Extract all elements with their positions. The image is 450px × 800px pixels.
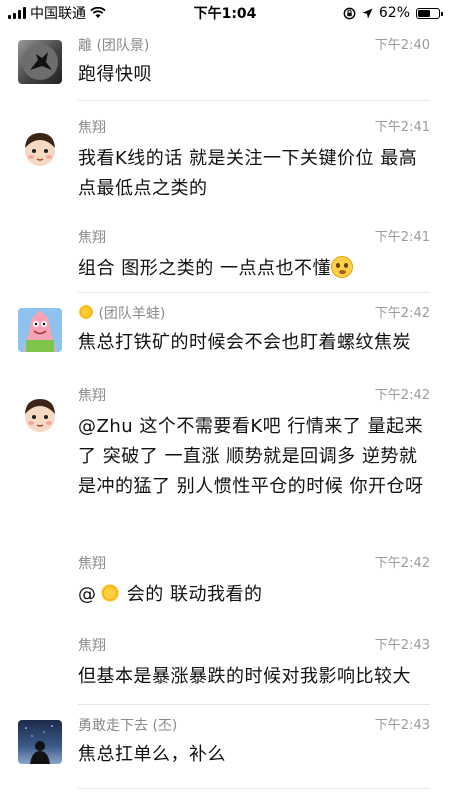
message-text: 我看K线的话 就是关注一下关键价位 最高点最低点之类的 [78, 148, 418, 199]
message-text: @Zhu 这个不需要看K吧 行情来了 量起来了 突破了 一直涨 顺势就是回调多 … [78, 416, 424, 497]
wifi-icon [90, 7, 106, 18]
cartoon-boy-avatar[interactable] [18, 392, 62, 436]
message-text: 组合 图形之类的 一点点也不懂 [78, 254, 430, 284]
message-text: 但基本是暴涨暴跌的时候对我影响比较大 [78, 666, 411, 687]
message-item[interactable]: 勇敢走下去 (丕) 下午2:43 焦总扛单么，补么 [0, 712, 450, 792]
patrick-avatar[interactable] [18, 308, 62, 352]
message-time: 下午2:42 [374, 556, 430, 571]
location-lock-icon [343, 7, 356, 19]
cartoon-boy-avatar[interactable] [18, 126, 62, 170]
message-text-content: 会的 联动我看的 [126, 584, 263, 605]
message-item[interactable]: 焦翔 下午2:42 @Zhu 这个不需要看K吧 行情来了 量起来了 突破了 一直… [0, 384, 450, 550]
battery-percent: 62% [378, 5, 410, 21]
status-left: 中国联通 [8, 3, 106, 23]
divider [78, 704, 430, 705]
status-right: 62% [343, 5, 443, 21]
message-text: @ 会的 联动我看的 [78, 580, 430, 610]
message-time: 下午2:42 [374, 388, 430, 403]
message-time: 下午2:42 [374, 306, 430, 321]
sender-name-text: (团队羊蛙) [98, 306, 166, 322]
chat-message-list[interactable]: 離 (团队景) 下午2:40 跑得快呗 焦翔 下午2:41 我看K线的话 就是关… [0, 26, 450, 800]
night-sky-avatar[interactable] [18, 720, 62, 764]
divider [78, 292, 430, 293]
battery-icon [416, 7, 443, 19]
message-text: 焦总扛单么，补么 [78, 744, 226, 765]
message-item[interactable]: 離 (团队景) 下午2:40 跑得快呗 [0, 32, 450, 106]
message-item[interactable]: 焦翔 下午2:41 组合 图形之类的 一点点也不懂 [0, 220, 450, 292]
message-time: 下午2:43 [374, 638, 430, 653]
message-time: 下午2:40 [374, 38, 430, 53]
sun-icon [78, 304, 94, 320]
divider [78, 100, 430, 101]
mention-prefix: @ [78, 584, 97, 605]
location-arrow-icon [362, 8, 373, 18]
sun-icon [98, 582, 121, 604]
message-text: 焦总打铁矿的时候会不会也盯着螺纹焦炭 [78, 332, 411, 353]
message-text-content: 组合 图形之类的 一点点也不懂 [78, 258, 331, 279]
message-item[interactable]: (团队羊蛙) 下午2:42 焦总打铁矿的时候会不会也盯着螺纹焦炭 [0, 302, 450, 372]
signal-icon [8, 7, 26, 19]
carrier-label: 中国联通 [30, 6, 86, 22]
message-time: 下午2:43 [374, 718, 430, 733]
battery-fill [418, 9, 430, 17]
status-bar: 中国联通 下午1:04 62% [0, 0, 450, 26]
flushed-emoji-icon [330, 256, 353, 278]
message-item[interactable]: 焦翔 下午2:42 @ 会的 联动我看的 [0, 552, 450, 624]
message-item[interactable]: 焦翔 下午2:43 但基本是暴涨暴跌的时候对我影响比较大 [0, 632, 450, 704]
dark-figure-avatar[interactable] [18, 40, 62, 84]
divider [78, 788, 430, 789]
message-time: 下午2:41 [374, 230, 430, 245]
message-time: 下午2:41 [374, 120, 430, 135]
message-text: 跑得快呗 [78, 64, 152, 85]
message-item[interactable]: 焦翔 下午2:41 我看K线的话 就是关注一下关键价位 最高点最低点之类的 [0, 110, 450, 220]
